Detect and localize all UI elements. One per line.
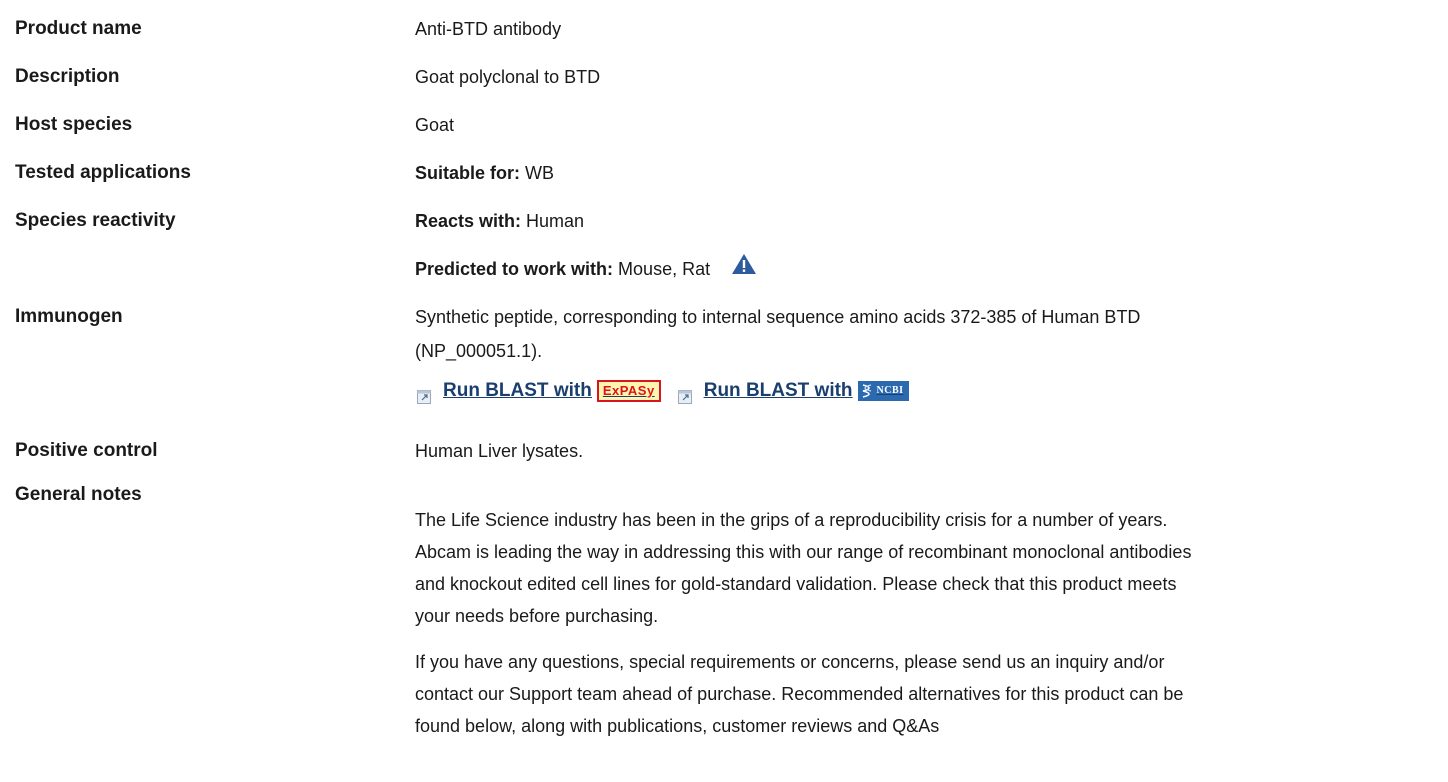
general-notes-paragraph-1: The Life Science industry has been in th…: [415, 504, 1440, 632]
run-blast-ncbi-label: Run BLAST with: [703, 380, 853, 401]
positive-control-value: Human Liver lysates.: [415, 441, 584, 461]
notes-p1-line: your needs before purchasing.: [415, 606, 659, 626]
datasheet-table: Product name Anti-BTD antibody Descripti…: [0, 0, 1448, 782]
warning-triangle-icon[interactable]: [731, 253, 757, 275]
general-notes-paragraph-2: If you have any questions, special requi…: [415, 646, 1440, 742]
ncbi-logo: NCBI: [857, 381, 909, 401]
general-notes-value: The Life Science industry has been in th…: [415, 504, 1440, 742]
suitable-for-value: WB: [525, 163, 555, 183]
blast-links: Run BLAST with ExPASy Run BLAST with NCB…: [417, 376, 1440, 413]
immunogen-line-2: (NP_000051.1).: [415, 341, 543, 361]
notes-p1-line: The Life Science industry has been in th…: [415, 510, 1168, 530]
notes-p2-line: found below, along with publications, cu…: [415, 716, 940, 736]
ncbi-helix-icon: [862, 384, 871, 398]
notes-p1-line: Abcam is leading the way in addressing t…: [415, 542, 1192, 562]
ncbi-logo-text: NCBI: [876, 385, 904, 396]
product-name-value: Anti-BTD antibody: [415, 19, 562, 39]
species-reactivity-value: Reacts with: Human Predicted to work wit…: [415, 206, 1440, 284]
description-value: Goat polyclonal to BTD: [415, 67, 601, 87]
positive-control-label: Positive control: [15, 440, 158, 461]
suitable-for-prefix: Suitable for:: [415, 163, 521, 183]
host-species-value: Goat: [415, 115, 455, 135]
predicted-prefix: Predicted to work with:: [415, 259, 614, 279]
tested-applications-value: Suitable for: WB: [415, 158, 1440, 188]
general-notes-label: General notes: [15, 484, 142, 505]
reacts-with-prefix: Reacts with:: [415, 211, 522, 231]
immunogen-line-1: Synthetic peptide, corresponding to inte…: [415, 307, 1141, 327]
notes-p1-line: and knockout edited cell lines for gold-…: [415, 574, 1177, 594]
product-name-label: Product name: [15, 18, 142, 39]
external-link-icon: [417, 384, 431, 404]
run-blast-ncbi-link[interactable]: Run BLAST with NCBI: [677, 376, 909, 406]
tested-applications-label: Tested applications: [15, 162, 191, 183]
immunogen-value: Synthetic peptide, corresponding to inte…: [415, 302, 1440, 413]
predicted-value: Mouse, Rat: [618, 259, 711, 279]
description-label: Description: [15, 66, 120, 87]
reacts-with-value: Human: [526, 211, 585, 231]
notes-p2-line: If you have any questions, special requi…: [415, 652, 1165, 672]
reacts-with-line: Reacts with: Human: [415, 206, 1440, 236]
run-blast-expasy-link[interactable]: Run BLAST with ExPASy: [417, 376, 661, 406]
expasy-logo: ExPASy: [596, 380, 661, 402]
predicted-line: Predicted to work with: Mouse, Rat: [415, 254, 1440, 284]
external-link-icon: [677, 384, 692, 404]
notes-p2-line: contact our Support team ahead of purcha…: [415, 684, 1184, 704]
run-blast-expasy-label: Run BLAST with: [443, 380, 592, 401]
immunogen-label: Immunogen: [15, 306, 123, 327]
species-reactivity-label: Species reactivity: [15, 210, 176, 231]
host-species-label: Host species: [15, 114, 133, 135]
